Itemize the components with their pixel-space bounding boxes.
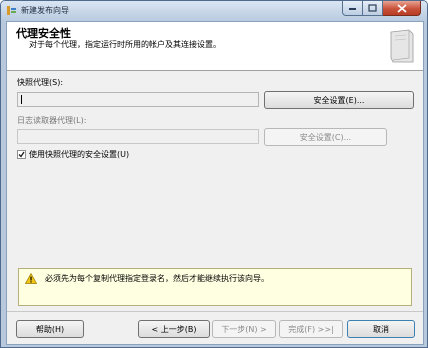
cancel-button[interactable]: 取消 (347, 320, 415, 338)
use-snapshot-security-label[interactable]: 使用快照代理的安全设置(U) (29, 149, 129, 160)
warning-icon (25, 273, 37, 284)
page-subtitle: 对于每个代理，指定运行时所用的帐户及其连接设置。 (29, 40, 221, 49)
window-title: 新建发布向导 (21, 6, 69, 15)
wizard-client-area: 代理安全性 对于每个代理，指定运行时所用的帐户及其连接设置。 快照代理(S): … (6, 21, 424, 345)
warning-text: 必须先为每个复制代理指定登录名，然后才能继续执行该向导。 (45, 274, 269, 283)
title-bar[interactable]: 新建发布向导 (1, 1, 427, 21)
snapshot-security-settings-button[interactable]: 安全设置(E)... (264, 91, 414, 109)
maximize-icon (368, 4, 377, 12)
help-button[interactable]: 帮助(H) (16, 320, 84, 338)
window-controls (342, 1, 421, 16)
log-reader-security-settings-button[interactable]: 安全设置(C)... (264, 128, 387, 146)
close-button[interactable] (383, 1, 421, 16)
log-reader-agent-label: 日志读取器代理(L): (17, 116, 87, 125)
back-button[interactable]: < 上一步(B) (138, 320, 210, 338)
server-book-icon (390, 29, 414, 63)
minimize-button[interactable] (342, 1, 363, 16)
log-reader-agent-field[interactable] (17, 129, 259, 144)
minimize-icon (349, 8, 356, 10)
checkmark-icon (18, 151, 25, 158)
wizard-header: 代理安全性 对于每个代理，指定运行时所用的帐户及其连接设置。 (7, 22, 423, 71)
app-icon (7, 6, 16, 15)
footer-divider (7, 311, 423, 312)
use-snapshot-security-checkbox[interactable] (17, 150, 26, 159)
warning-banner: 必须先为每个复制代理指定登录名，然后才能继续执行该向导。 (18, 268, 412, 306)
next-button[interactable]: 下一步(N) > (212, 320, 276, 338)
text-caret (21, 95, 22, 104)
wizard-window: 新建发布向导 代理安全性 对于每个代理，指定运行时所用的帐户及其连接设置。 快照… (0, 0, 428, 348)
finish-button[interactable]: 完成(F) >>| (279, 320, 343, 338)
close-icon (396, 3, 407, 13)
snapshot-agent-field[interactable] (17, 92, 259, 107)
maximize-button[interactable] (363, 1, 383, 16)
snapshot-agent-label: 快照代理(S): (17, 78, 64, 87)
